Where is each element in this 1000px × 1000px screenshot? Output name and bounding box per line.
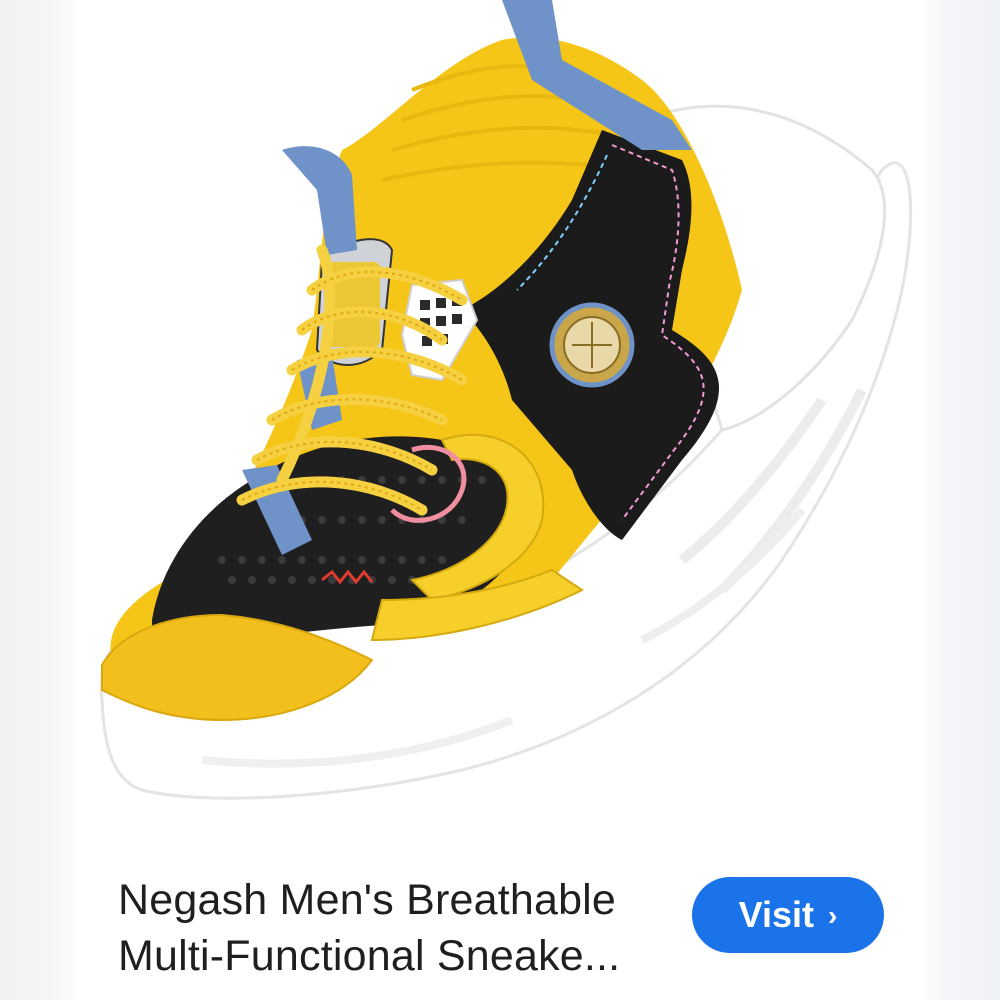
product-title-line-2: Multi-Functional Sneake... xyxy=(118,932,621,980)
product-card: Negash Men's Breathable Multi-Functional… xyxy=(0,0,1000,1000)
visit-button-label: Visit xyxy=(738,894,815,935)
visit-button[interactable]: Visit › xyxy=(692,877,884,953)
product-title-line-1: Negash Men's Breathable xyxy=(118,876,617,924)
chevron-right-icon: › xyxy=(828,900,838,931)
product-title[interactable]: Negash Men's Breathable Multi-Functional… xyxy=(118,872,678,984)
left-background-strip xyxy=(0,0,82,1000)
sneaker-product-image[interactable] xyxy=(82,0,918,860)
right-background-strip xyxy=(918,0,1000,1000)
